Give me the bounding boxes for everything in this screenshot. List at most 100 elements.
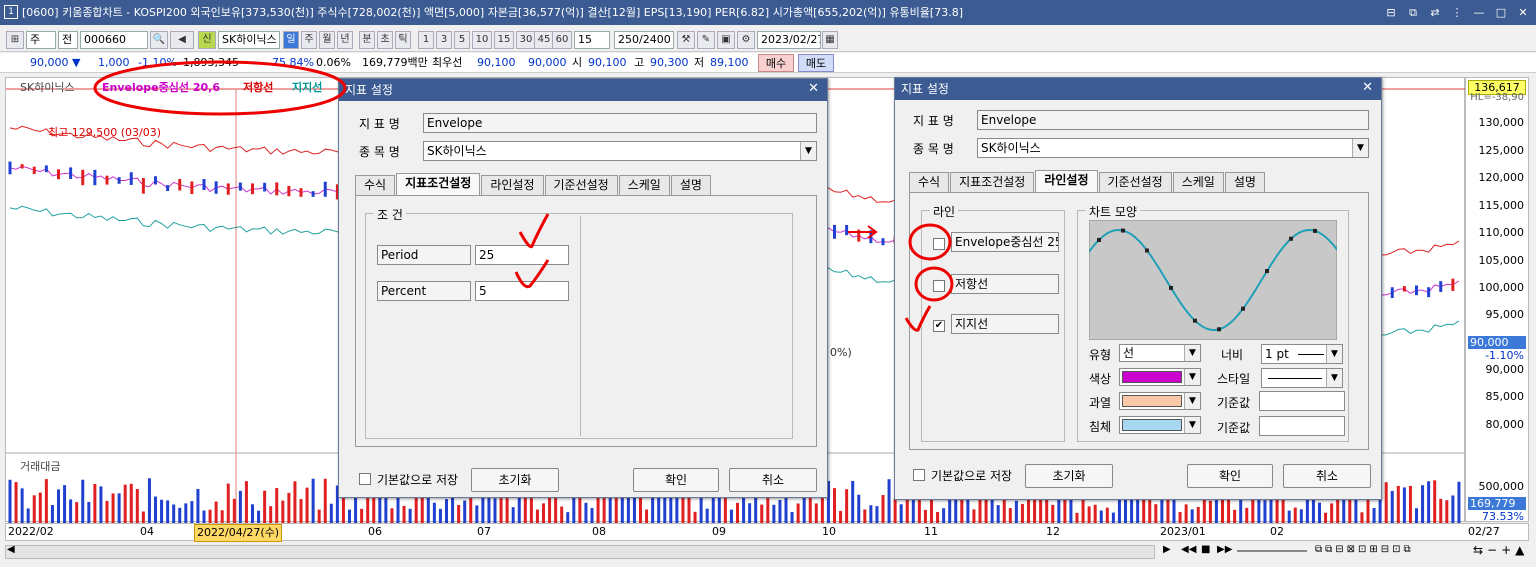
chevron-down-icon[interactable]: ▼ [1184,369,1200,385]
sell-button[interactable]: 매도 [798,54,834,72]
param-input-period[interactable]: 25 [475,245,569,265]
tab-baseline[interactable]: 기준선설정 [1098,172,1172,192]
period-year-button[interactable]: 년 [337,31,353,49]
interval-3[interactable]: 3 [436,31,452,49]
tab-description[interactable]: 설명 [1224,172,1265,192]
tab-formula[interactable]: 수식 [909,172,950,192]
width-combo[interactable]: 1 pt ▼ [1261,344,1343,364]
close-icon[interactable]: ✕ [808,81,819,96]
window-btn-0[interactable]: ⊟ [1384,0,1398,25]
line-support-checkbox[interactable]: ✔ [933,320,945,332]
period-minute-button[interactable]: 분 [359,31,375,49]
view-tools-icon[interactable]: ⧉⧉⊟⊠⊡⊞⊟⊡⧉ [1315,544,1414,555]
save-default-checkbox[interactable] [913,469,925,481]
overheat-color-combo[interactable]: ▼ [1119,392,1201,410]
buy-button[interactable]: 매수 [758,54,794,72]
cancel-button[interactable]: 취소 [729,468,817,492]
ok-button[interactable]: 확인 [633,468,719,492]
volume-bar [936,512,940,523]
chevron-down-icon[interactable]: ▼ [1352,139,1368,157]
stock-name-combo[interactable]: SK하이닉스 ▼ [423,141,817,161]
tool-icon[interactable]: ⚒ [677,31,695,49]
zoom-controls[interactable]: ⇆−+▲ [1473,543,1528,557]
line-center-checkbox[interactable] [933,238,945,250]
save-icon[interactable]: ▣ [717,31,735,49]
chevron-down-icon[interactable]: ▼ [1184,417,1200,433]
interval-30[interactable]: 30 [516,31,536,49]
interval-15[interactable]: 15 [494,31,514,49]
period-tick-button[interactable]: 틱 [395,31,411,49]
candle [81,169,85,186]
count-input[interactable]: 250/2400 [614,31,674,49]
scroll-left-icon[interactable]: ◀ [7,544,15,555]
tab-formula[interactable]: 수식 [355,175,396,195]
interval-1[interactable]: 1 [418,31,434,49]
chevron-down-icon[interactable]: ▼ [800,142,816,160]
maximize-icon[interactable]: □ [1494,0,1508,25]
stock-name-field[interactable]: SK하이닉스 [218,31,280,49]
base-value-input-1[interactable] [1259,391,1345,411]
save-default-checkbox[interactable] [359,473,371,485]
interval-input[interactable]: 15 [574,31,610,49]
ok-button[interactable]: 확인 [1187,464,1273,488]
period-type-select[interactable]: 주 [26,31,56,49]
period-month-button[interactable]: 월 [319,31,335,49]
new-stock-button[interactable]: 신 [198,31,216,49]
zoom-slider[interactable] [1237,550,1307,552]
rewind-icon[interactable]: ◀◀ [1181,544,1196,555]
interval-45[interactable]: 45 [534,31,554,49]
chevron-down-icon[interactable]: ▼ [1184,345,1200,361]
window-btn-3[interactable]: ⋮ [1450,0,1464,25]
tab-conditions[interactable]: 지표조건설정 [396,173,481,195]
scroll-right-icon[interactable]: ▶ [1163,544,1171,555]
stop-icon[interactable]: ■ [1201,544,1210,555]
chevron-down-icon[interactable]: ▼ [1184,393,1200,409]
stock-name-combo[interactable]: SK하이닉스 ▼ [977,138,1369,158]
interval-5[interactable]: 5 [454,31,470,49]
tab-conditions[interactable]: 지표조건설정 [950,172,1035,192]
gear-icon[interactable]: ⚙ [737,31,755,49]
date-input[interactable]: 2023/02/27 [757,31,821,49]
calendar-icon[interactable]: ▦ [822,31,838,49]
color-combo[interactable]: ▼ [1119,368,1201,386]
tab-baseline[interactable]: 기준선설정 [544,175,618,195]
style-combo[interactable]: ▼ [1261,368,1343,388]
reset-button[interactable]: 초기화 [1025,464,1113,488]
sound-icon[interactable]: ◀ [170,31,194,49]
search-icon[interactable]: 🔍 [150,31,168,49]
line-resistance-checkbox[interactable] [933,280,945,292]
window-btn-1[interactable]: ⧉ [1406,0,1420,25]
reset-button[interactable]: 초기화 [471,468,559,492]
tab-line[interactable]: 라인설정 [1035,170,1098,192]
tab-scale[interactable]: 스케일 [618,175,670,195]
current-price: 90,000 ▼ [30,56,81,69]
window-btn-2[interactable]: ⇄ [1428,0,1442,25]
layout-icon[interactable]: ⊞ [6,31,24,49]
all-button[interactable]: 전 [58,31,78,49]
tab-scale[interactable]: 스케일 [1172,172,1224,192]
tab-description[interactable]: 설명 [670,175,711,195]
axis-current-price: 90,000 [1468,336,1526,349]
tab-line[interactable]: 라인설정 [481,175,544,195]
minimize-icon[interactable]: — [1472,0,1486,25]
period-week-button[interactable]: 주 [301,31,317,49]
draw-icon[interactable]: ✎ [697,31,715,49]
chart-scrollbar[interactable] [5,545,1155,559]
interval-10[interactable]: 10 [472,31,492,49]
type-combo[interactable]: 선 ▼ [1119,344,1201,362]
close-icon[interactable]: ✕ [1362,80,1373,95]
axis-tick: 120,000 [1478,171,1525,184]
chevron-down-icon[interactable]: ▼ [1326,369,1342,387]
base-value-input-2[interactable] [1259,416,1345,436]
forward-icon[interactable]: ▶▶ [1217,544,1232,555]
stock-code-input[interactable]: 000660 [80,31,148,49]
interval-60[interactable]: 60 [552,31,572,49]
chevron-down-icon[interactable]: ▼ [1326,345,1342,363]
period-second-button[interactable]: 초 [377,31,393,49]
date-axis: 2022/02 04 2022/04/27(수) 06 07 08 09 10 … [5,523,1529,542]
cancel-button[interactable]: 취소 [1283,464,1371,488]
close-icon[interactable]: ✕ [1516,0,1530,25]
period-day-button[interactable]: 일 [283,31,299,49]
param-input-percent[interactable]: 5 [475,281,569,301]
depressed-color-combo[interactable]: ▼ [1119,416,1201,434]
